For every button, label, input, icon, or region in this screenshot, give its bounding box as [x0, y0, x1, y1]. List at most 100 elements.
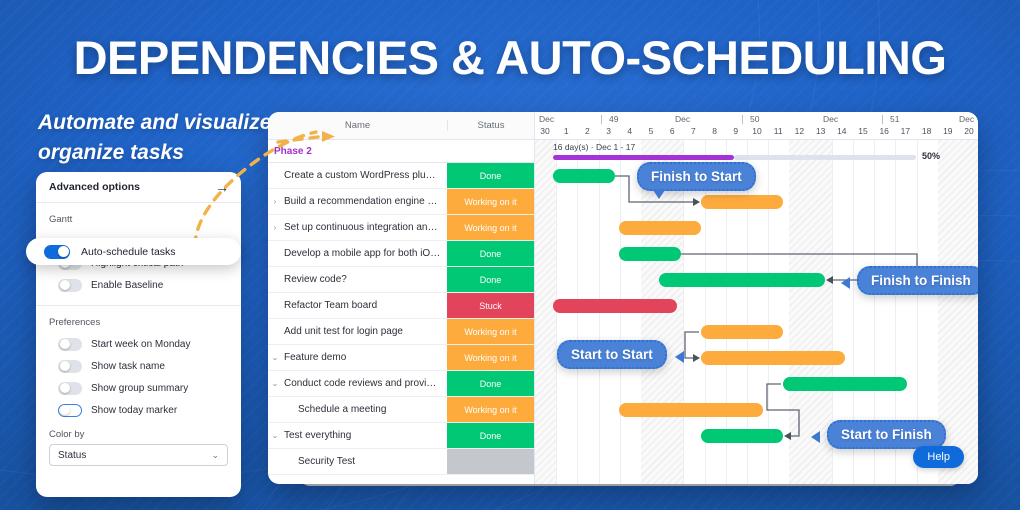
- gantt-task-bar[interactable]: [659, 273, 825, 287]
- task-name: Build a recommendation engine …: [284, 196, 438, 207]
- toggle-icon[interactable]: [44, 244, 70, 259]
- option-label: Show today marker: [91, 404, 178, 416]
- task-name: Schedule a meeting: [298, 404, 387, 415]
- expand-caret-icon[interactable]: ⌄: [268, 353, 282, 362]
- color-by-select[interactable]: Status ⌄: [49, 444, 228, 466]
- task-name: Develop a mobile app for both iO…: [284, 248, 441, 259]
- preferences-section-label: Preferences: [49, 317, 101, 328]
- table-row[interactable]: › Build a recommendation engine … Working …: [268, 189, 534, 215]
- gantt-summary-progress-bar: [553, 155, 734, 160]
- auto-schedule-tasks-label: Auto-schedule tasks: [81, 245, 176, 258]
- gantt-week-tick: [882, 115, 883, 124]
- gantt-task-bar[interactable]: [701, 325, 783, 339]
- task-name: Refactor Team board: [284, 300, 378, 311]
- option-enable-baseline[interactable]: Enable Baseline: [36, 274, 241, 296]
- gantt-app-card: Name Status Phase 2 Create a custom Word…: [268, 112, 978, 484]
- color-by-value: Status: [58, 449, 87, 461]
- gantt-day-label: 10: [752, 126, 762, 136]
- table-row[interactable]: Review code? Done: [268, 267, 534, 293]
- table-row[interactable]: ⌄ Conduct code reviews and provi… Done: [268, 371, 534, 397]
- gantt-task-bar[interactable]: [783, 377, 907, 391]
- gantt-task-bar[interactable]: [701, 351, 845, 365]
- status-badge[interactable]: [447, 449, 534, 474]
- auto-schedule-tasks-row[interactable]: Auto-schedule tasks: [26, 238, 241, 265]
- dependency-callout: Start to Start: [557, 340, 667, 369]
- gantt-day-label: 7: [691, 126, 696, 136]
- gantt-grid-line: [683, 140, 685, 484]
- option-show-group-summary[interactable]: Show group summary: [36, 377, 241, 399]
- status-badge[interactable]: Done: [447, 267, 534, 292]
- expand-caret-icon[interactable]: ›: [268, 197, 282, 206]
- table-row[interactable]: Refactor Team board Stuck: [268, 293, 534, 319]
- task-name: Review code?: [284, 274, 347, 285]
- color-by-label: Color by: [49, 429, 85, 440]
- task-name: Security Test: [298, 456, 356, 467]
- gantt-day-label: 30: [540, 126, 550, 136]
- table-row[interactable]: › Set up continuous integration an… Workin…: [268, 215, 534, 241]
- gantt-week-tick: [742, 115, 743, 124]
- table-row[interactable]: Schedule a meeting Working on it: [268, 397, 534, 423]
- gantt-week-row: Dec Dec Dec Dec 49 50 51: [535, 114, 978, 126]
- gantt-task-bar[interactable]: [619, 247, 681, 261]
- expand-caret-icon[interactable]: ⌄: [268, 379, 282, 388]
- task-name: Add unit test for login page: [284, 326, 403, 337]
- status-badge[interactable]: Working on it: [447, 319, 534, 344]
- status-badge[interactable]: Stuck: [447, 293, 534, 318]
- gantt-day-label: 8: [712, 126, 717, 136]
- table-row[interactable]: ⌄ Feature demo Working on it: [268, 345, 534, 371]
- gantt-day-label: 16: [879, 126, 889, 136]
- table-row[interactable]: Create a custom WordPress plu… Done: [268, 163, 534, 189]
- status-badge[interactable]: Working on it: [447, 345, 534, 370]
- status-badge[interactable]: Done: [447, 423, 534, 448]
- status-badge[interactable]: Done: [447, 241, 534, 266]
- help-button[interactable]: Help: [913, 446, 964, 468]
- gantt-task-bar[interactable]: [701, 429, 783, 443]
- tagline: Automate and visualize organize tasks: [38, 111, 272, 164]
- gantt-day-label: 17: [900, 126, 911, 136]
- table-row[interactable]: ⌄ Test everything Done: [268, 423, 534, 449]
- toggle-icon[interactable]: [58, 381, 82, 395]
- dependency-callout: Finish to Start: [637, 162, 756, 191]
- gantt-month-label: Dec: [675, 114, 691, 124]
- toggle-icon[interactable]: [58, 278, 82, 292]
- gantt-task-bar[interactable]: [619, 403, 763, 417]
- gantt-task-bar[interactable]: [553, 299, 677, 313]
- status-badge[interactable]: Done: [447, 163, 534, 188]
- gantt-summary-remaining-bar: [734, 155, 916, 160]
- option-start-week-on-monday[interactable]: Start week on Monday: [36, 333, 241, 355]
- gantt-week-label: 49: [609, 114, 619, 124]
- dependency-callout: Finish to Finish: [857, 266, 978, 295]
- gantt-month-label: Dec: [959, 114, 975, 124]
- page-title: DEPENDENCIES & AUTO-SCHEDULING: [73, 31, 947, 84]
- option-show-today-marker[interactable]: Show today marker: [36, 399, 241, 421]
- gantt-task-bar[interactable]: [553, 169, 615, 183]
- gantt-day-label: 9: [733, 126, 739, 136]
- table-row[interactable]: Develop a mobile app for both iO… Done: [268, 241, 534, 267]
- table-row[interactable]: Add unit test for login page Working on i…: [268, 319, 534, 345]
- gantt-day-label: 19: [943, 126, 953, 136]
- status-badge[interactable]: Working on it: [447, 397, 534, 422]
- gantt-section-label: Gantt: [49, 214, 73, 225]
- toggle-icon[interactable]: [58, 359, 82, 373]
- option-label: Start week on Monday: [91, 338, 191, 350]
- expand-caret-icon[interactable]: ⌄: [268, 431, 282, 440]
- gantt-task-bar[interactable]: [619, 221, 701, 235]
- expand-caret-icon[interactable]: ›: [268, 223, 282, 232]
- status-badge[interactable]: Working on it: [447, 215, 534, 240]
- gantt-day-label: 4: [627, 126, 633, 136]
- status-badge[interactable]: Working on it: [447, 189, 534, 214]
- toggle-icon[interactable]: [58, 403, 82, 417]
- status-badge[interactable]: Done: [447, 371, 534, 396]
- task-name: Feature demo: [284, 352, 347, 363]
- advanced-options-header: Advanced options →: [36, 172, 241, 203]
- advanced-options-panel[interactable]: Advanced options → Gantt Auto-schedule t…: [36, 172, 241, 497]
- toggle-icon[interactable]: [58, 337, 82, 351]
- table-row[interactable]: Security Test: [268, 449, 534, 475]
- gantt-weekend-band: [535, 140, 557, 484]
- gantt-task-bar[interactable]: [701, 195, 783, 209]
- option-show-task-name[interactable]: Show task name: [36, 355, 241, 377]
- chevron-down-icon: ⌄: [211, 449, 219, 460]
- callout-pointer-icon: [675, 351, 684, 363]
- gantt-summary-label: 16 day(s) · Dec 1 - 17: [553, 142, 636, 152]
- arrow-right-icon[interactable]: →: [215, 180, 229, 194]
